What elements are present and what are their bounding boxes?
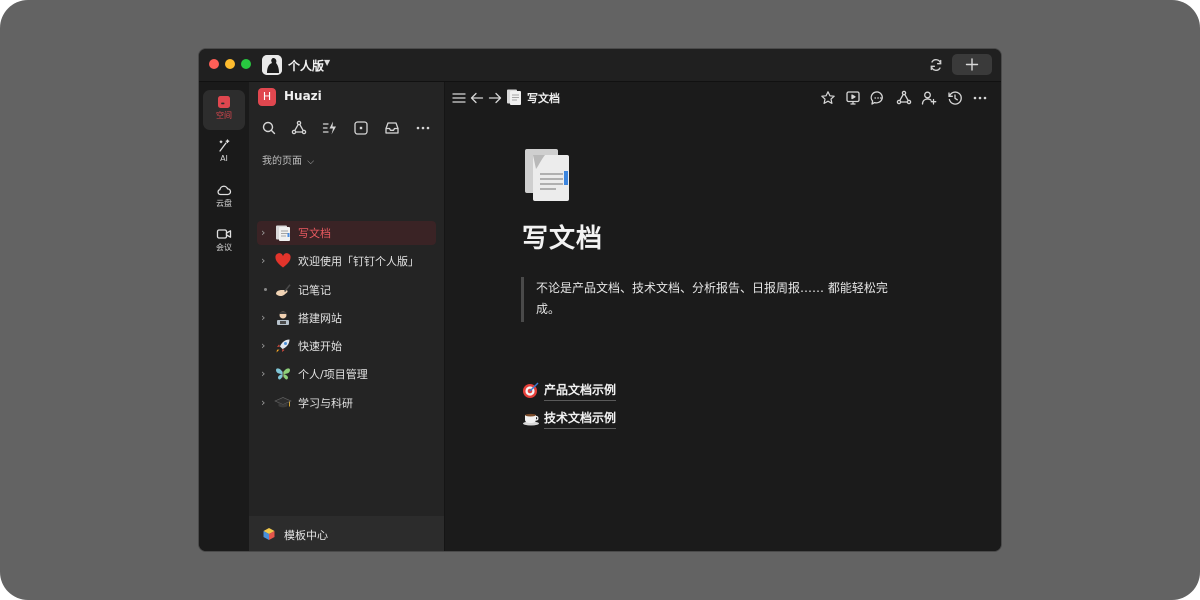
app-window: 个人版 ▼ 空间 AI 云盘 会议 H Huazi 我的页面 ⌵ › 写文档 ›…	[198, 48, 1002, 552]
section-label: 我的页面	[262, 156, 302, 167]
search-icon[interactable]	[261, 120, 277, 136]
workspace-name[interactable]: 个人版	[288, 57, 324, 74]
red-heart-emoji-icon	[274, 252, 292, 270]
tree-item-label: 个人/项目管理	[298, 368, 368, 381]
tree-item-study[interactable]: › 学习与科研	[257, 391, 436, 415]
tree-item-label: 快速开始	[298, 340, 342, 353]
sync-icon[interactable]	[928, 57, 944, 73]
tree-item-label: 记笔记	[298, 284, 331, 297]
space-avatar[interactable]: H	[258, 88, 276, 106]
more-icon[interactable]	[972, 90, 988, 106]
rocket-emoji-icon	[274, 337, 292, 355]
tree-item-label: 欢迎使用「钉钉个人版」	[298, 255, 419, 268]
document-emoji-icon	[274, 224, 292, 242]
coffee-emoji-icon	[522, 409, 540, 427]
chevron-right-icon[interactable]: ›	[261, 367, 271, 380]
share-nodes-icon[interactable]	[291, 120, 307, 136]
cloud-icon	[217, 185, 232, 196]
rail-label: 会议	[216, 243, 232, 252]
graduation-cap-emoji-icon	[274, 394, 292, 412]
section-toggle[interactable]: 我的页面 ⌵	[262, 152, 314, 167]
chevron-right-icon[interactable]: ›	[261, 396, 271, 409]
inbox-icon[interactable]	[384, 120, 400, 136]
menu-icon[interactable]	[451, 90, 467, 106]
main-content: 写文档 写文档 不论是产品文档、技术文档、分析报告、日报周报…… 都能轻松完成。…	[445, 82, 1001, 551]
writing-hand-emoji-icon	[274, 281, 292, 299]
cube-icon	[262, 526, 276, 540]
document-title[interactable]: 写文档	[522, 218, 603, 255]
comment-icon[interactable]	[870, 90, 886, 106]
tree-item-quick-start[interactable]: › 快速开始	[257, 334, 436, 358]
share-nodes-icon[interactable]	[896, 90, 912, 106]
chevron-right-icon[interactable]: ›	[261, 339, 271, 352]
butterfly-emoji-icon	[274, 365, 292, 383]
app-rail: 空间 AI 云盘 会议	[199, 82, 249, 551]
template-center-button[interactable]: 模板中心	[249, 516, 444, 551]
tree-item-welcome[interactable]: › 欢迎使用「钉钉个人版」	[257, 249, 436, 273]
rail-label: 空间	[216, 111, 232, 120]
star-icon[interactable]	[820, 90, 836, 106]
rail-item-space[interactable]: 空间	[203, 90, 245, 130]
more-icon[interactable]	[415, 120, 431, 136]
tree-item-label: 写文档	[298, 227, 331, 240]
chevron-right-icon[interactable]: ›	[261, 254, 271, 267]
space-name[interactable]: Huazi	[284, 89, 322, 103]
tree-item-label: 学习与科研	[298, 397, 353, 410]
chevron-right-icon[interactable]: ›	[261, 226, 271, 239]
template-center-label: 模板中心	[284, 529, 328, 542]
back-arrow-icon[interactable]	[469, 90, 485, 106]
forward-arrow-icon[interactable]	[487, 90, 503, 106]
rail-label: 云盘	[216, 199, 232, 208]
tree-item-notes[interactable]: 记笔记	[257, 278, 436, 302]
space-icon	[218, 96, 230, 108]
quote-text: 不论是产品文档、技术文档、分析报告、日报周报…… 都能轻松完成。	[536, 281, 888, 316]
chevron-right-icon[interactable]: ›	[261, 311, 271, 324]
rail-label: AI	[220, 154, 228, 163]
doc-link-label: 技术文档示例	[544, 409, 617, 429]
caret-down-icon[interactable]: ▼	[324, 58, 330, 67]
minimize-window-button[interactable]	[225, 59, 235, 69]
document-emoji-icon[interactable]	[523, 147, 573, 203]
workspace-avatar[interactable]	[262, 55, 282, 75]
technologist-emoji-icon	[274, 309, 292, 327]
add-user-icon[interactable]	[921, 90, 937, 106]
magic-wand-icon	[219, 139, 230, 152]
title-bar: 个人版 ▼	[199, 49, 1001, 82]
doc-link-label: 产品文档示例	[544, 381, 617, 401]
document-emoji-icon	[506, 88, 522, 106]
tree-item-website[interactable]: › 搭建网站	[257, 306, 436, 330]
video-icon	[216, 229, 232, 239]
ai-box-icon[interactable]	[353, 120, 369, 136]
page-sidebar: H Huazi 我的页面 ⌵ › 写文档 › 欢迎使用「钉钉个人版」 记笔记 ›…	[249, 82, 445, 551]
quote-block[interactable]: 不论是产品文档、技术文档、分析报告、日报周报…… 都能轻松完成。	[521, 277, 914, 322]
rail-item-meeting[interactable]: 会议	[203, 222, 245, 262]
tree-item-write-doc[interactable]: › 写文档	[257, 221, 436, 245]
rail-item-cloud[interactable]: 云盘	[203, 178, 245, 218]
tree-item-project-mgmt[interactable]: › 个人/项目管理	[257, 362, 436, 386]
new-tab-button[interactable]	[952, 54, 992, 75]
present-icon[interactable]	[845, 90, 861, 106]
history-icon[interactable]	[947, 90, 963, 106]
quick-action-icon[interactable]	[322, 120, 338, 136]
rail-item-ai[interactable]: AI	[203, 134, 245, 174]
breadcrumb-title[interactable]: 写文档	[527, 90, 560, 106]
tree-item-label: 搭建网站	[298, 312, 342, 325]
close-window-button[interactable]	[209, 59, 219, 69]
bullet-dot-icon	[264, 288, 267, 291]
zoom-window-button[interactable]	[241, 59, 251, 69]
chevron-down-icon: ⌵	[307, 157, 315, 167]
dart-emoji-icon	[522, 381, 540, 399]
